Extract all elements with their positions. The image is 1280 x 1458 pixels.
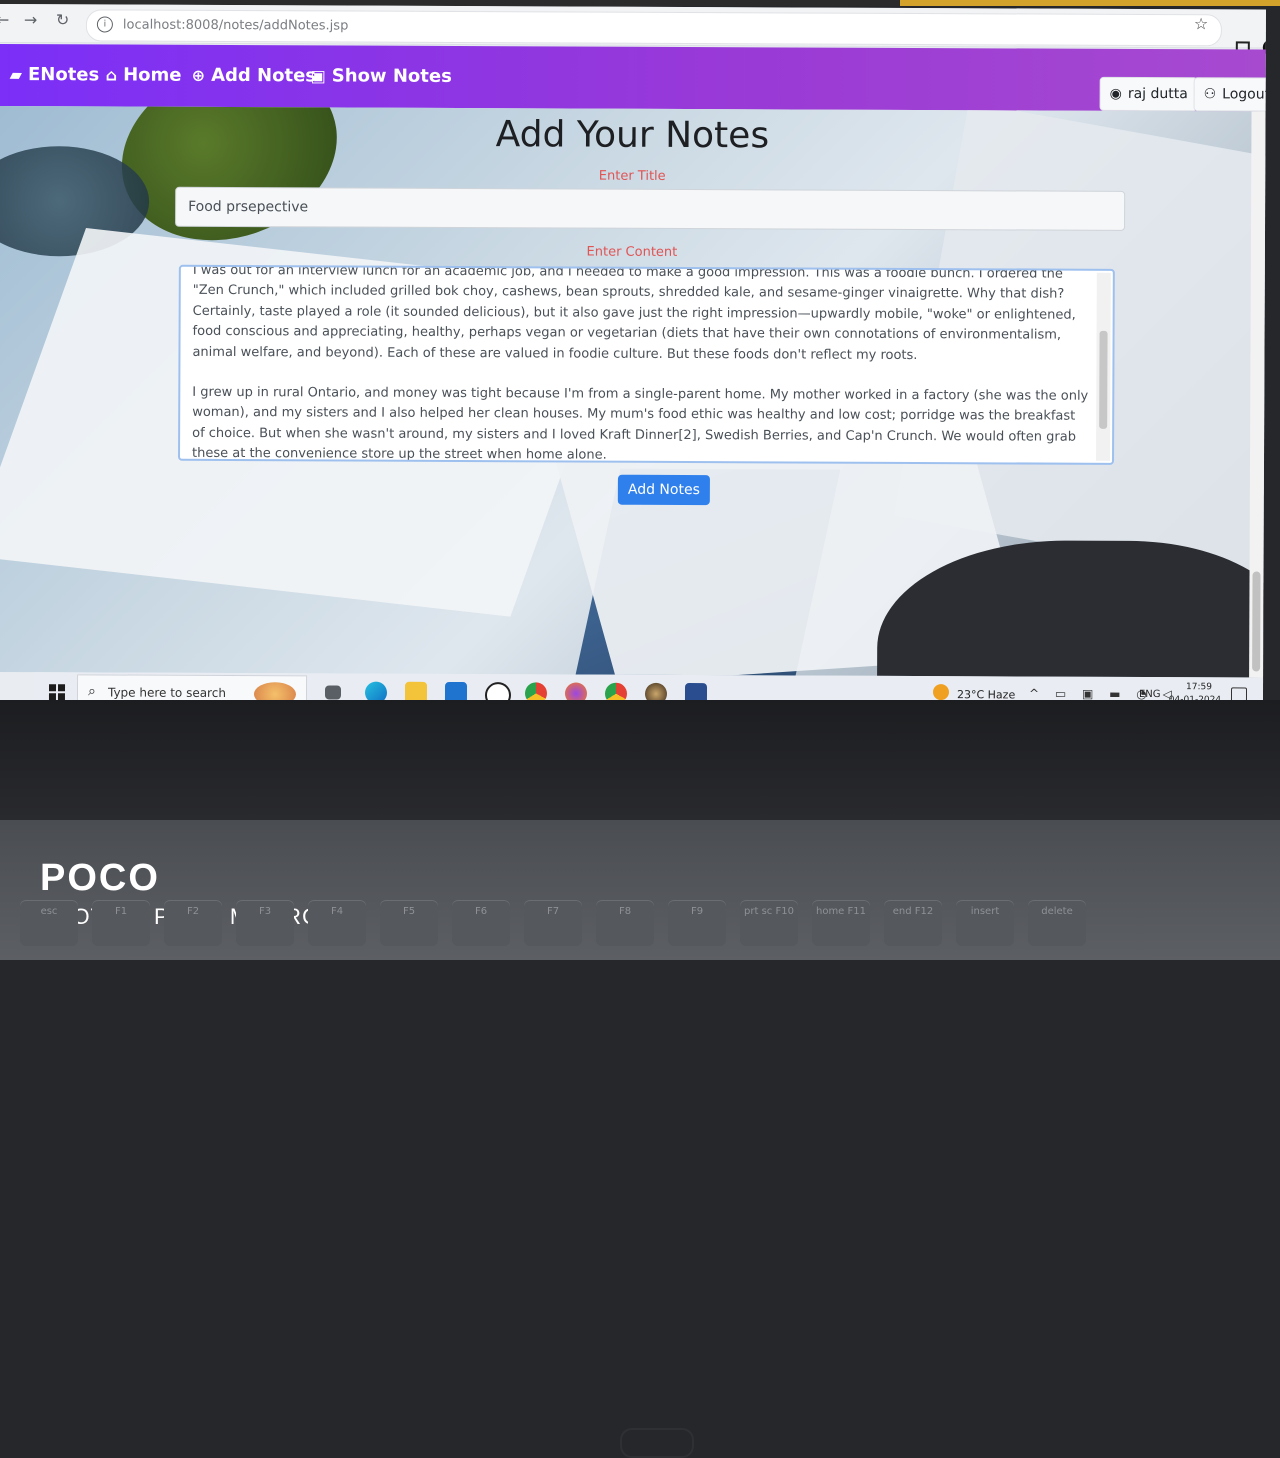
nav-show-notes-label: Show Notes: [331, 65, 452, 87]
notebook-icon: ▰: [9, 65, 23, 85]
key-f7: F7: [524, 900, 582, 946]
key-f9: F9: [668, 900, 726, 946]
title-input[interactable]: [175, 186, 1126, 231]
key-f4: F4: [308, 900, 366, 946]
logout-button[interactable]: ⚇ Logout: [1193, 77, 1266, 112]
user-button[interactable]: ◉ raj dutta: [1099, 76, 1198, 112]
key-f3: F3: [236, 900, 294, 946]
user-name: raj dutta: [1127, 85, 1188, 103]
dell-logo: [620, 1428, 694, 1458]
key-home-f11: home F11: [812, 900, 870, 946]
content-textarea[interactable]: I was out for an interview lunch for an …: [178, 264, 1115, 465]
task-view-icon[interactable]: [324, 685, 342, 700]
key-end-f12: end F12: [884, 900, 942, 946]
add-notes-button[interactable]: Add Notes: [617, 474, 710, 506]
address-url[interactable]: localhost:8008/notes/addNotes.jsp: [123, 18, 349, 34]
browser-toolbar: ← → ↻ i localhost:8008/notes/addNotes.js…: [0, 4, 1266, 49]
logout-label: Logout: [1222, 86, 1266, 103]
key-f1: F1: [92, 900, 150, 946]
home-icon: ⌂: [105, 65, 118, 85]
back-arrow-icon[interactable]: ←: [0, 10, 9, 29]
bookmark-star-icon[interactable]: ☆: [1194, 14, 1208, 33]
textarea-scrollbar[interactable]: [1096, 272, 1111, 461]
key-f8: F8: [596, 900, 654, 946]
notes-icon: ▣: [310, 66, 326, 86]
key-esc: esc: [20, 900, 78, 946]
forward-arrow-icon[interactable]: →: [24, 10, 37, 29]
address-bar[interactable]: i localhost:8008/notes/addNotes.jsp: [85, 9, 1222, 47]
nav-home-label: Home: [123, 64, 182, 86]
weather-icon[interactable]: [932, 684, 950, 701]
laptop-bezel: [0, 700, 1280, 1458]
content-paragraph: I was out for an interview lunch for an …: [192, 264, 1080, 363]
search-icon: ⌕: [87, 683, 96, 700]
language-indicator[interactable]: ENG: [1139, 689, 1161, 700]
plus-circle-icon: ⊕: [191, 65, 206, 85]
page-scrollbar[interactable]: [1249, 111, 1266, 678]
content-paragraph: I grew up in rural Ontario, and money wa…: [192, 384, 1093, 463]
watermark-brand: POCO: [40, 857, 160, 899]
clock-time[interactable]: 17:59: [1179, 681, 1219, 693]
search-placeholder: Type here to search: [107, 685, 226, 700]
site-info-icon[interactable]: i: [96, 16, 113, 33]
page-body: Add Your Notes Enter Title Enter Content…: [0, 105, 1266, 678]
user-plus-icon: ⚇: [1203, 86, 1217, 103]
windows-start-icon[interactable]: [48, 684, 66, 701]
key-f2: F2: [164, 900, 222, 946]
nav-show-notes[interactable]: ▣ Show Notes: [311, 65, 452, 87]
nav-add-notes-label: Add Notes: [211, 64, 317, 87]
laptop-screen: ← → ↻ i localhost:8008/notes/addNotes.js…: [0, 4, 1266, 714]
reload-icon[interactable]: ↻: [56, 10, 69, 29]
key-delete: delete: [1028, 900, 1086, 946]
user-circle-icon: ◉: [1109, 85, 1122, 102]
key-f5: F5: [380, 900, 438, 946]
key-prt-sc-f10: prt sc F10: [740, 900, 798, 946]
key-f6: F6: [452, 900, 510, 946]
nav-home[interactable]: ⌂ Home: [105, 64, 182, 86]
app-navbar: ▰ ENotes ⌂ Home ⊕ Add Notes ▣ Show Notes…: [0, 43, 1266, 112]
key-insert: insert: [956, 900, 1014, 946]
brand-name: ENotes: [27, 64, 100, 86]
brand-link[interactable]: ▰ ENotes: [10, 64, 100, 85]
page-title: Add Your Notes: [495, 114, 770, 157]
nav-add-notes[interactable]: ⊕ Add Notes: [191, 64, 317, 87]
